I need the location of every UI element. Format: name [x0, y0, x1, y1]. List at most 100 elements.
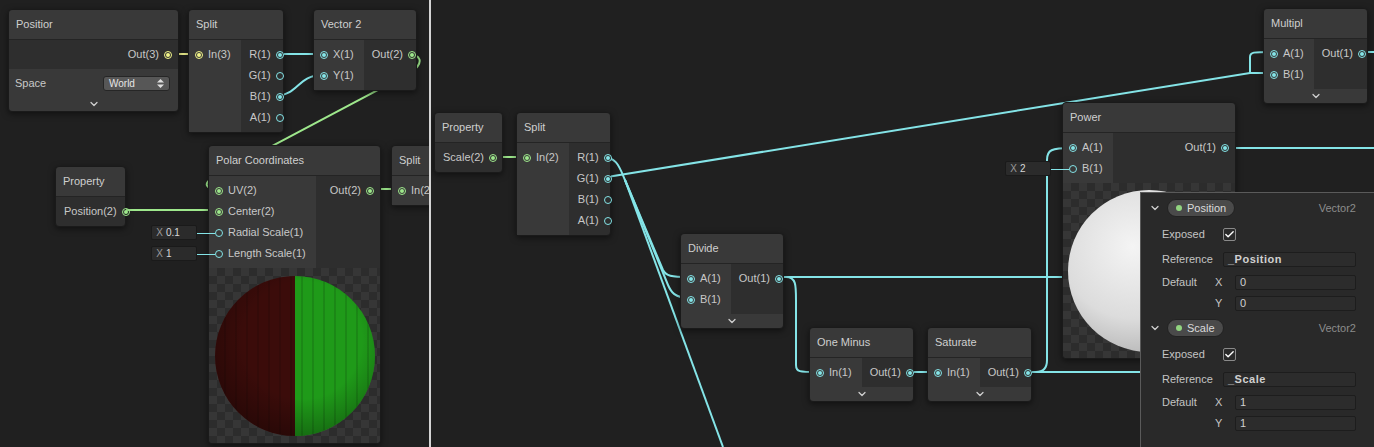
input-port[interactable]: A(1)	[681, 268, 731, 289]
graph-node[interactable]: SplitIn(3)R(1)G(1)B(1)A(1)	[188, 9, 284, 133]
graph-node[interactable]: SplitIn(2)R(1)G(1)B(1)A(1)	[516, 112, 611, 236]
text-field[interactable]: 1	[1235, 416, 1356, 431]
text-field[interactable]: _Position	[1223, 252, 1356, 267]
input-port[interactable]: B(1)	[681, 289, 731, 310]
port-dot[interactable]	[276, 93, 284, 101]
port-dot[interactable]	[1270, 50, 1278, 58]
expand-toggle[interactable]	[810, 387, 913, 401]
input-port[interactable]: B(1)	[1264, 64, 1314, 85]
port-dot[interactable]	[366, 187, 374, 195]
input-port[interactable]: Y(1)	[314, 65, 364, 86]
property-header[interactable]: ScaleVector2	[1141, 318, 1374, 338]
port-dot[interactable]	[604, 196, 612, 204]
port-dot[interactable]	[276, 51, 284, 59]
output-port[interactable]: Out(1)	[731, 268, 789, 289]
input-port[interactable]: In(3)	[189, 44, 241, 65]
port-dot[interactable]	[122, 208, 130, 216]
graph-node[interactable]: PositiorOut(3)SpaceWorld	[8, 9, 179, 112]
port-dot[interactable]	[775, 275, 783, 283]
port-dot[interactable]	[1069, 165, 1077, 173]
expand-toggle[interactable]	[928, 387, 1031, 401]
output-port[interactable]: B(1)	[241, 86, 290, 107]
text-field[interactable]: 0	[1235, 296, 1356, 311]
graph-node[interactable]: DivideA(1)B(1)Out(1)	[680, 233, 784, 329]
output-port[interactable]: Out(1)	[980, 362, 1038, 383]
port-dot[interactable]	[687, 275, 695, 283]
chevron-down-icon[interactable]	[1149, 322, 1161, 334]
port-dot[interactable]	[1221, 144, 1229, 152]
port-dot[interactable]	[687, 296, 695, 304]
port-dot[interactable]	[320, 51, 328, 59]
output-port[interactable]: Out(3)	[9, 44, 178, 65]
input-port[interactable]: X2B(1)	[1063, 158, 1113, 179]
graph-node[interactable]: Vector 2X(1)Y(1)Out(2)	[313, 9, 417, 91]
port-dot[interactable]	[195, 51, 203, 59]
port-dot[interactable]	[408, 51, 416, 59]
input-port[interactable]: In(2	[392, 180, 429, 201]
port-dot[interactable]	[1270, 71, 1278, 79]
port-dot[interactable]	[1069, 144, 1077, 152]
exposed-checkbox[interactable]	[1223, 228, 1236, 241]
input-port[interactable]: In(1)	[810, 362, 862, 383]
text-field[interactable]: 1	[1235, 395, 1356, 410]
port-dot[interactable]	[215, 250, 223, 258]
graph-node[interactable]: PropertyScale(2)	[434, 112, 503, 173]
input-port[interactable]: X0.1Radial Scale(1)	[209, 222, 316, 243]
text-field[interactable]: 0	[1235, 275, 1356, 290]
port-dot[interactable]	[604, 217, 612, 225]
chevron-down-icon[interactable]	[1149, 202, 1161, 214]
chevron-down-icon[interactable]	[726, 315, 738, 327]
exposed-checkbox[interactable]	[1223, 348, 1236, 361]
output-port[interactable]: R(1)	[569, 147, 618, 168]
property-header[interactable]: PositionVector2	[1141, 198, 1374, 218]
input-port[interactable]: A(1)	[1264, 43, 1314, 64]
port-dot[interactable]	[164, 51, 172, 59]
port-dot[interactable]	[276, 114, 284, 122]
port-dot[interactable]	[215, 229, 223, 237]
port-dot[interactable]	[604, 154, 612, 162]
chevron-down-icon[interactable]	[974, 388, 986, 400]
port-dot[interactable]	[1024, 369, 1032, 377]
chevron-down-icon[interactable]	[856, 388, 868, 400]
expand-toggle[interactable]	[681, 314, 783, 328]
port-dot[interactable]	[320, 72, 328, 80]
output-port[interactable]: A(1)	[569, 210, 618, 231]
output-port[interactable]: Out(1)	[1113, 137, 1235, 158]
port-dot[interactable]	[523, 154, 531, 162]
graph-canvas[interactable]: PositiorOut(3)SpaceWorldSplitIn(3)R(1)G(…	[0, 0, 429, 447]
port-dot[interactable]	[276, 72, 284, 80]
graph-node[interactable]: One MinusIn(1)Out(1)	[809, 327, 914, 402]
input-port[interactable]: In(1)	[928, 362, 980, 383]
graph-node[interactable]: Polar CoordinatesUV(2)Center(2)X0.1Radia…	[208, 145, 381, 444]
space-dropdown[interactable]: World	[103, 76, 170, 91]
port-dot[interactable]	[604, 175, 612, 183]
output-port[interactable]: Position(2)	[56, 201, 136, 222]
expand-toggle[interactable]	[9, 97, 178, 111]
inline-value-field[interactable]: X0.1	[151, 225, 197, 240]
port-dot[interactable]	[1358, 50, 1366, 58]
graph-node[interactable]: MultiplA(1)B(1)Out(1)	[1263, 8, 1368, 104]
output-port[interactable]: A(1)	[241, 107, 290, 128]
property-pill[interactable]: Position	[1167, 199, 1235, 217]
port-dot[interactable]	[934, 369, 942, 377]
property-pill[interactable]: Scale	[1167, 319, 1224, 337]
chevron-down-icon[interactable]	[88, 98, 100, 110]
input-port[interactable]: X1Length Scale(1)	[209, 243, 316, 264]
graph-node[interactable]: PropertyPosition(2)	[55, 166, 126, 227]
output-port[interactable]: G(1)	[241, 65, 290, 86]
chevron-down-icon[interactable]	[1310, 90, 1322, 102]
input-port[interactable]: X(1)	[314, 44, 364, 65]
output-port[interactable]: Out(2)	[364, 44, 422, 65]
graph-canvas[interactable]: PropertyScale(2)SplitIn(2)R(1)G(1)B(1)A(…	[431, 0, 1374, 447]
port-dot[interactable]	[215, 187, 223, 195]
output-port[interactable]: Out(1)	[862, 362, 920, 383]
port-dot[interactable]	[816, 369, 824, 377]
output-port[interactable]: Out(1)	[1314, 43, 1372, 64]
port-dot[interactable]	[489, 154, 497, 162]
graph-node[interactable]: SaturateIn(1)Out(1)	[927, 327, 1032, 402]
output-port[interactable]: Scale(2)	[435, 147, 503, 168]
output-port[interactable]: B(1)	[569, 189, 618, 210]
port-dot[interactable]	[398, 187, 406, 195]
input-port[interactable]: In(2)	[517, 147, 569, 168]
input-port[interactable]: A(1)	[1063, 137, 1113, 158]
